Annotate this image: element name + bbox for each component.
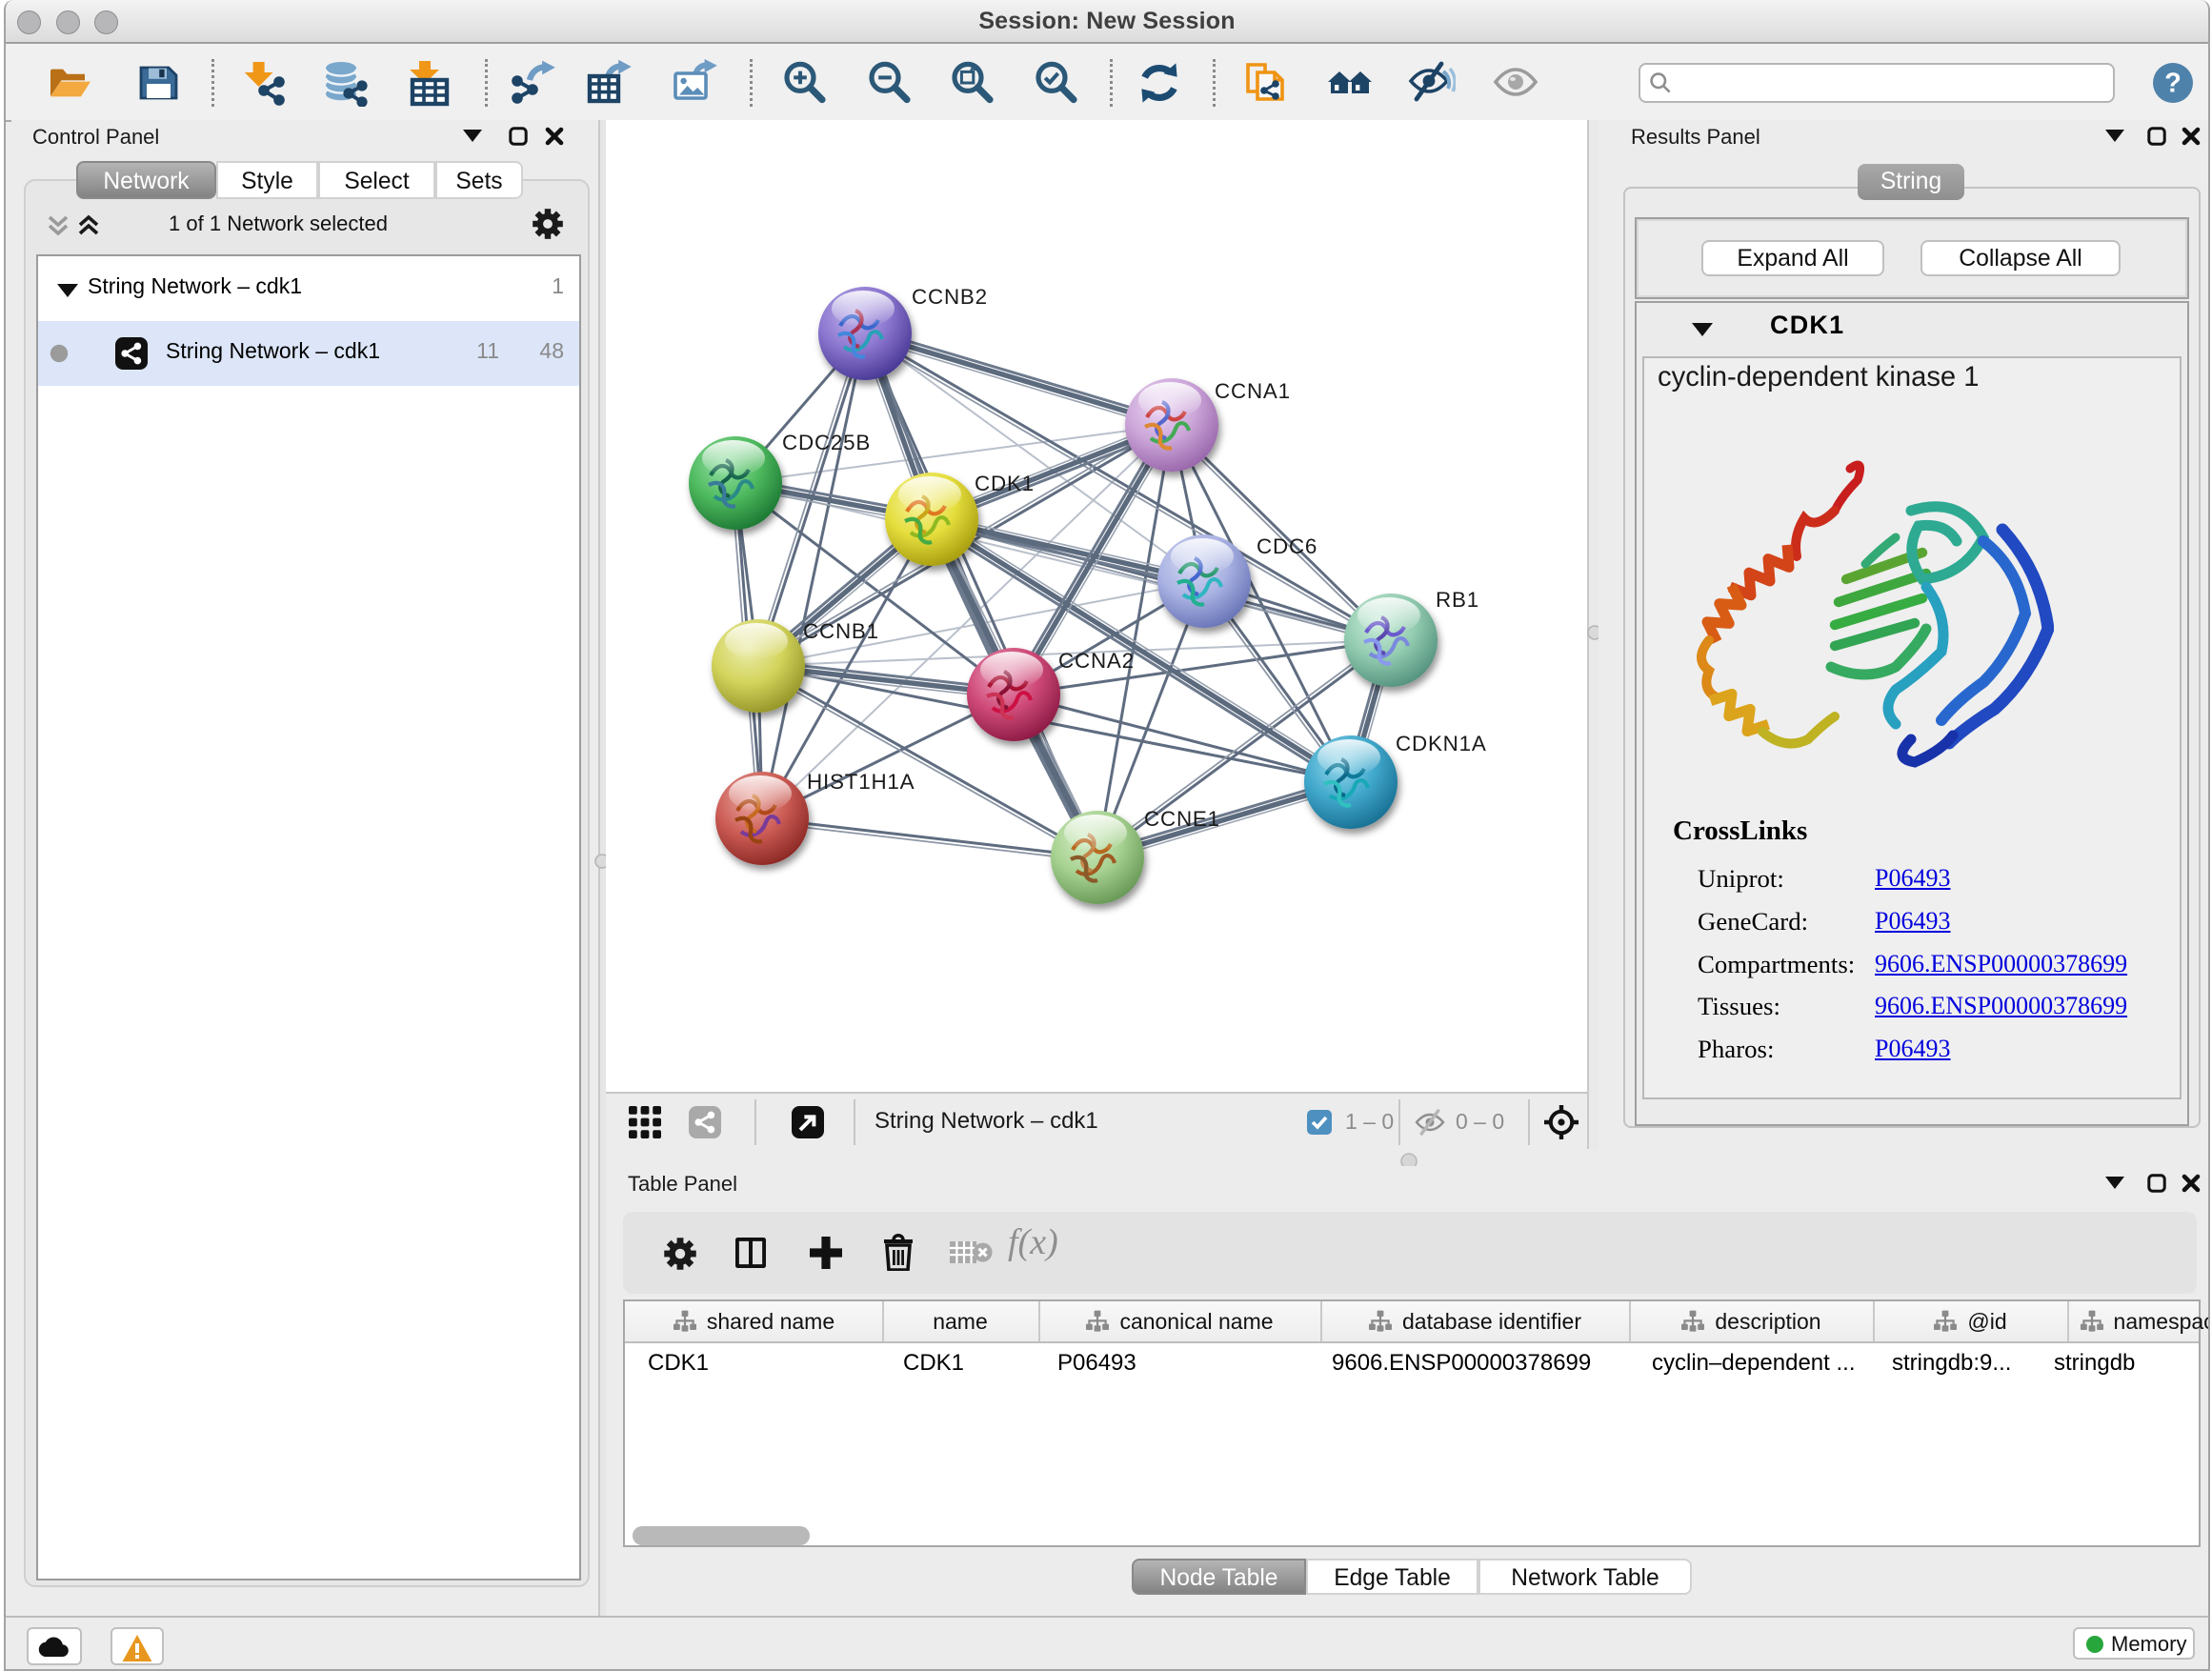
svg-text:CCNB2: CCNB2 xyxy=(912,285,988,309)
svg-text:HIST1H1A: HIST1H1A xyxy=(807,770,915,794)
svg-text:CCNE1: CCNE1 xyxy=(1144,807,1220,831)
svg-text:RB1: RB1 xyxy=(1436,588,1479,612)
svg-text:CDC25B: CDC25B xyxy=(782,431,871,454)
svg-text:CDKN1A: CDKN1A xyxy=(1396,732,1487,755)
svg-text:?: ? xyxy=(2164,69,2182,99)
svg-text:CCNB1: CCNB1 xyxy=(803,619,879,643)
svg-text:CCNA1: CCNA1 xyxy=(1215,379,1291,403)
svg-text:CDC6: CDC6 xyxy=(1257,534,1317,558)
svg-text:CDK1: CDK1 xyxy=(975,472,1035,495)
svg-text:CCNA2: CCNA2 xyxy=(1058,649,1135,673)
